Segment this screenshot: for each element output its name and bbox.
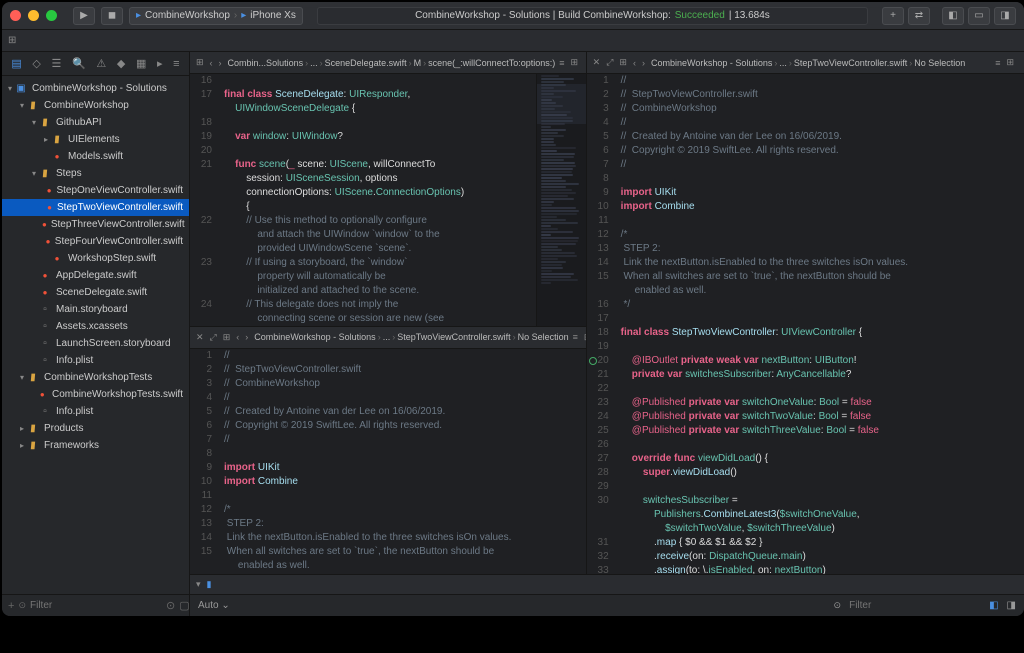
tree-row[interactable]: ▸▮UIElements [2, 131, 189, 148]
tree-row[interactable]: ▾▣CombineWorkshop - Solutions [2, 80, 189, 97]
editor-pane-right: ✕ ⤢ ⊞ ‹ › CombineWorkshop - Solutions›..… [587, 52, 1024, 574]
tab-icon: ⊞ [8, 35, 16, 46]
tree-row[interactable]: ●StepTwoViewController.swift [2, 199, 189, 216]
toggle-inspector-button[interactable]: ◨ [994, 7, 1016, 25]
tree-row[interactable]: ▫Main.storyboard [2, 301, 189, 318]
stop-button[interactable]: ◼ [101, 7, 123, 25]
forward-icon[interactable]: › [245, 332, 248, 342]
tree-row[interactable]: ▾▮CombineWorkshop [2, 97, 189, 114]
minimap[interactable] [536, 74, 586, 326]
tree-row[interactable]: ▫Info.plist [2, 352, 189, 369]
xcode-window: ▶ ◼ ▸ CombineWorkshop › ▸ iPhone Xs Comb… [2, 2, 1024, 616]
scheme-selector[interactable]: ▸ CombineWorkshop › ▸ iPhone Xs [129, 7, 303, 25]
variables-view-bar: Auto ⌄ ⊙ ◧ ◨ [190, 594, 1024, 616]
debugger-pane-icon[interactable]: ◨ [1007, 600, 1016, 611]
filter-icon[interactable]: ⊙ [834, 600, 842, 611]
related-items-icon[interactable]: ⊞ [619, 57, 627, 68]
tree-row[interactable]: ●AppDelegate.swift [2, 267, 189, 284]
tree-row[interactable]: ●WorkshopStep.swift [2, 250, 189, 267]
minimize-window-button[interactable] [28, 10, 39, 21]
tree-row[interactable]: ▫Assets.xcassets [2, 318, 189, 335]
zoom-window-button[interactable] [46, 10, 57, 21]
adjust-editor-icon[interactable]: ⊞ [1006, 57, 1014, 68]
variables-filter-input[interactable] [849, 600, 981, 611]
tree-row[interactable]: ●SceneDelegate.swift [2, 284, 189, 301]
run-button[interactable]: ▶ [73, 7, 95, 25]
tree-row[interactable]: ▾▮GithubAPI [2, 114, 189, 131]
navigator-selector: ▤ ◇ ☰ 🔍 ⚠ ◆ ▦ ▸ ≡ [2, 52, 189, 76]
editor-options-icon[interactable]: ≡ [559, 58, 564, 68]
tree-row[interactable]: ▾▮Steps [2, 165, 189, 182]
expand-icon[interactable]: ⤢ [606, 57, 613, 68]
toggle-debug-button[interactable]: ▭ [968, 7, 990, 25]
source-control-navigator-icon[interactable]: ◇ [32, 57, 40, 70]
code-editor-c[interactable]: 1234567891011121314151617181920212223242… [587, 74, 1024, 574]
toolbar: ▶ ◼ ▸ CombineWorkshop › ▸ iPhone Xs Comb… [2, 2, 1024, 30]
destination-name: iPhone Xs [250, 10, 296, 21]
related-items-icon[interactable]: ⊞ [196, 57, 204, 68]
editor-options-icon[interactable]: ≡ [995, 58, 1000, 68]
back-icon[interactable]: ‹ [633, 58, 636, 68]
issue-navigator-icon[interactable]: ⚠ [96, 57, 106, 70]
breakpoint-navigator-icon[interactable]: ▸ [157, 57, 163, 70]
tree-row[interactable]: ●CombineWorkshopTests.swift [2, 386, 189, 403]
editor-pane-bottom-left: ✕ ⤢ ⊞ ‹ › CombineWorkshop - Solutions›..… [190, 327, 586, 574]
scheme-name: CombineWorkshop [145, 10, 230, 21]
jump-bar-c[interactable]: ✕ ⤢ ⊞ ‹ › CombineWorkshop - Solutions›..… [587, 52, 1024, 74]
tree-row[interactable]: ▾▮CombineWorkshopTests [2, 369, 189, 386]
find-navigator-icon[interactable]: 🔍 [72, 57, 86, 70]
close-split-icon[interactable]: ✕ [196, 332, 204, 343]
close-window-button[interactable] [10, 10, 21, 21]
editor-pane-top-left: ⊞ ‹ › Combin...Solutions›...›SceneDelega… [190, 52, 586, 327]
back-icon[interactable]: ‹ [210, 58, 213, 68]
file-tree[interactable]: ▾▣CombineWorkshop - Solutions▾▮CombineWo… [2, 76, 189, 594]
filter-icon[interactable]: ⊙ [18, 600, 26, 611]
recent-filter-icon[interactable]: ⊙ [166, 599, 175, 612]
breakpoint-toggle-icon[interactable]: ▮ [207, 579, 212, 590]
close-split-icon[interactable]: ✕ [593, 57, 601, 68]
navigator-filter-input[interactable] [30, 600, 162, 611]
navigator-filter-bar: + ⊙ ⊙ ▢ [2, 594, 189, 616]
toggle-navigator-button[interactable]: ◧ [942, 7, 964, 25]
tree-row[interactable]: ▸▮Products [2, 420, 189, 437]
debug-bar: ▾ ▮ [190, 574, 1024, 594]
tree-row[interactable]: ▫Info.plist [2, 403, 189, 420]
activity-viewer[interactable]: CombineWorkshop - Solutions | Build Comb… [317, 7, 868, 25]
tree-row[interactable]: ▫LaunchScreen.storyboard [2, 335, 189, 352]
tree-row[interactable]: ▸▮Frameworks [2, 437, 189, 454]
code-editor-a[interactable]: 161718192021222324 final class SceneDele… [190, 74, 586, 326]
symbol-navigator-icon[interactable]: ☰ [51, 57, 61, 70]
traffic-lights [10, 10, 57, 21]
forward-icon[interactable]: › [642, 58, 645, 68]
navigator: ▤ ◇ ☰ 🔍 ⚠ ◆ ▦ ▸ ≡ ▾▣CombineWorkshop - So… [2, 52, 190, 616]
library-button[interactable]: + [882, 7, 904, 25]
project-navigator-icon[interactable]: ▤ [11, 57, 21, 70]
tree-row[interactable]: ●StepThreeViewController.swift [2, 216, 189, 233]
jump-bar-b[interactable]: ✕ ⤢ ⊞ ‹ › CombineWorkshop - Solutions›..… [190, 327, 586, 349]
expand-icon[interactable]: ⤢ [210, 332, 217, 343]
related-items-icon[interactable]: ⊞ [223, 332, 231, 343]
code-editor-b[interactable]: 123456789101112131415161718 //// StepTwo… [190, 349, 586, 574]
scm-filter-icon[interactable]: ▢ [179, 599, 189, 612]
adjust-editor-icon[interactable]: ⊞ [571, 57, 579, 68]
build-status: Succeeded [675, 10, 725, 21]
add-icon[interactable]: + [8, 600, 14, 612]
test-navigator-icon[interactable]: ◆ [117, 57, 125, 70]
window-tab-bar: ⊞ [2, 30, 1024, 52]
jump-bar-a[interactable]: ⊞ ‹ › Combin...Solutions›...›SceneDelega… [190, 52, 586, 74]
console-pane-icon[interactable]: ◧ [989, 600, 998, 611]
debug-toggle-icon[interactable]: ▾ [196, 579, 201, 590]
variables-scope-selector[interactable]: Auto ⌄ [198, 600, 230, 611]
forward-icon[interactable]: › [219, 58, 222, 68]
tree-row[interactable]: ●StepFourViewController.swift [2, 233, 189, 250]
debug-navigator-icon[interactable]: ▦ [136, 57, 146, 70]
tree-row[interactable]: ●StepOneViewController.swift [2, 182, 189, 199]
tree-row[interactable]: ●Models.swift [2, 148, 189, 165]
back-icon[interactable]: ‹ [236, 332, 239, 342]
report-navigator-icon[interactable]: ≡ [173, 58, 179, 70]
adjust-editor-icon[interactable]: ⊞ [584, 332, 586, 343]
code-review-button[interactable]: ⇄ [908, 7, 930, 25]
editor-options-icon[interactable]: ≡ [573, 332, 578, 342]
